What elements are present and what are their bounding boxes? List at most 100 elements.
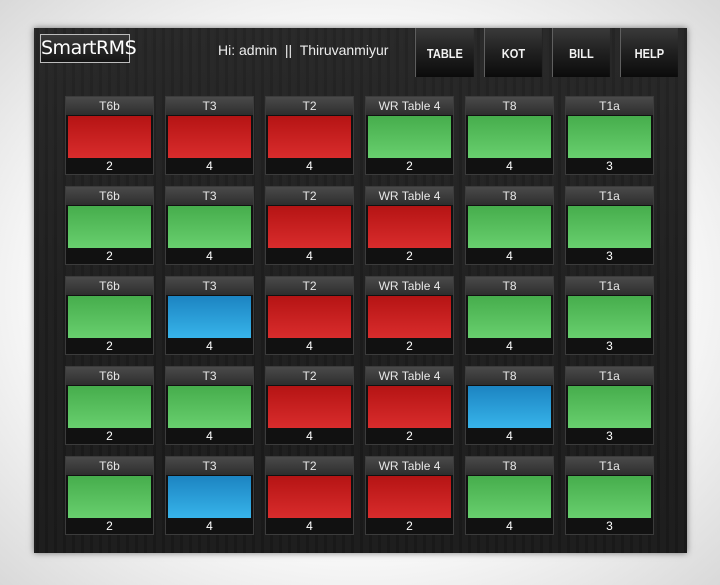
table-status-red	[268, 206, 351, 248]
table-name: WR Table 4	[366, 187, 453, 205]
table-tile[interactable]: T2 4	[265, 186, 354, 265]
table-name: T6b	[66, 187, 153, 205]
nav-button-label: KOT	[501, 46, 526, 61]
table-tile[interactable]: T2 4	[265, 96, 354, 175]
table-name: T1a	[566, 457, 653, 475]
nav-kot-button[interactable]: KOT	[484, 28, 542, 77]
table-seats: 4	[306, 159, 313, 173]
table-status-blue	[468, 386, 551, 428]
table-seats: 2	[106, 249, 113, 263]
nav-help-button[interactable]: HELP	[620, 28, 678, 77]
table-status-green	[68, 296, 151, 338]
table-status-red	[368, 386, 451, 428]
table-name: T1a	[566, 277, 653, 295]
table-status-green	[568, 386, 651, 428]
table-name: T2	[266, 187, 353, 205]
table-status-green	[468, 296, 551, 338]
table-tile[interactable]: WR Table 4 2	[365, 96, 454, 175]
table-tile[interactable]: T6b 2	[65, 276, 154, 355]
table-status-green	[568, 116, 651, 158]
table-tile[interactable]: T8 4	[465, 276, 554, 355]
nav-button-label: BILL	[569, 46, 594, 61]
table-status-red	[168, 116, 251, 158]
table-seats: 4	[306, 339, 313, 353]
table-seats: 3	[606, 519, 613, 533]
table-tile[interactable]: T3 4	[165, 456, 254, 535]
table-name: T8	[466, 187, 553, 205]
table-tile[interactable]: T2 4	[265, 456, 354, 535]
table-status-green	[168, 206, 251, 248]
table-status-green	[68, 386, 151, 428]
table-status-red	[268, 476, 351, 518]
table-tile[interactable]: T1a 3	[565, 186, 654, 265]
table-name: WR Table 4	[366, 367, 453, 385]
table-name: T3	[166, 97, 253, 115]
table-name: T8	[466, 97, 553, 115]
nav-bill-button[interactable]: BILL	[552, 28, 610, 77]
table-tile[interactable]: T2 4	[265, 276, 354, 355]
table-seats: 4	[506, 249, 513, 263]
table-name: T8	[466, 277, 553, 295]
table-tile[interactable]: T6b 2	[65, 366, 154, 445]
table-seats: 4	[306, 429, 313, 443]
table-status-green	[68, 206, 151, 248]
table-seats: 4	[506, 159, 513, 173]
table-status-red	[268, 296, 351, 338]
table-seats: 3	[606, 429, 613, 443]
table-tile[interactable]: T1a 3	[565, 366, 654, 445]
table-name: T2	[266, 457, 353, 475]
table-name: T3	[166, 367, 253, 385]
table-status-blue	[168, 296, 251, 338]
table-tile[interactable]: T8 4	[465, 96, 554, 175]
nav-table-button[interactable]: TABLE	[415, 28, 474, 77]
table-status-green	[68, 476, 151, 518]
table-seats: 3	[606, 159, 613, 173]
table-seats: 2	[406, 159, 413, 173]
table-seats: 4	[506, 339, 513, 353]
table-name: T1a	[566, 187, 653, 205]
table-tile[interactable]: T3 4	[165, 186, 254, 265]
top-nav: TABLE KOT BILL HELP	[410, 28, 683, 77]
table-status-green	[368, 116, 451, 158]
table-tile[interactable]: T3 4	[165, 96, 254, 175]
table-seats: 2	[406, 429, 413, 443]
table-tile[interactable]: WR Table 4 2	[365, 186, 454, 265]
table-name: T6b	[66, 277, 153, 295]
table-status-red	[68, 116, 151, 158]
table-tile[interactable]: T1a 3	[565, 456, 654, 535]
table-tile[interactable]: T8 4	[465, 366, 554, 445]
table-status-red	[368, 296, 451, 338]
table-name: T1a	[566, 367, 653, 385]
table-tile[interactable]: T6b 2	[65, 456, 154, 535]
table-tile[interactable]: T1a 3	[565, 96, 654, 175]
table-name: T6b	[66, 457, 153, 475]
table-seats: 4	[306, 519, 313, 533]
table-status-green	[468, 116, 551, 158]
table-name: T3	[166, 277, 253, 295]
table-name: T3	[166, 187, 253, 205]
table-tile[interactable]: T3 4	[165, 366, 254, 445]
table-tile[interactable]: T1a 3	[565, 276, 654, 355]
table-tile[interactable]: T6b 2	[65, 186, 154, 265]
table-seats: 2	[106, 429, 113, 443]
table-tile[interactable]: T8 4	[465, 186, 554, 265]
table-tile[interactable]: T2 4	[265, 366, 354, 445]
nav-button-label: TABLE	[426, 46, 463, 61]
table-tile[interactable]: WR Table 4 2	[365, 456, 454, 535]
table-tile[interactable]: WR Table 4 2	[365, 276, 454, 355]
table-tile[interactable]: T6b 2	[65, 96, 154, 175]
table-seats: 4	[206, 519, 213, 533]
table-seats: 2	[106, 519, 113, 533]
table-seats: 4	[206, 339, 213, 353]
table-status-green	[468, 476, 551, 518]
table-seats: 4	[206, 429, 213, 443]
table-name: T2	[266, 367, 353, 385]
table-tile[interactable]: WR Table 4 2	[365, 366, 454, 445]
table-status-red	[268, 116, 351, 158]
nav-button-label: HELP	[634, 46, 665, 61]
table-status-blue	[168, 476, 251, 518]
table-tile[interactable]: T3 4	[165, 276, 254, 355]
table-name: WR Table 4	[366, 277, 453, 295]
table-status-green	[568, 206, 651, 248]
table-tile[interactable]: T8 4	[465, 456, 554, 535]
